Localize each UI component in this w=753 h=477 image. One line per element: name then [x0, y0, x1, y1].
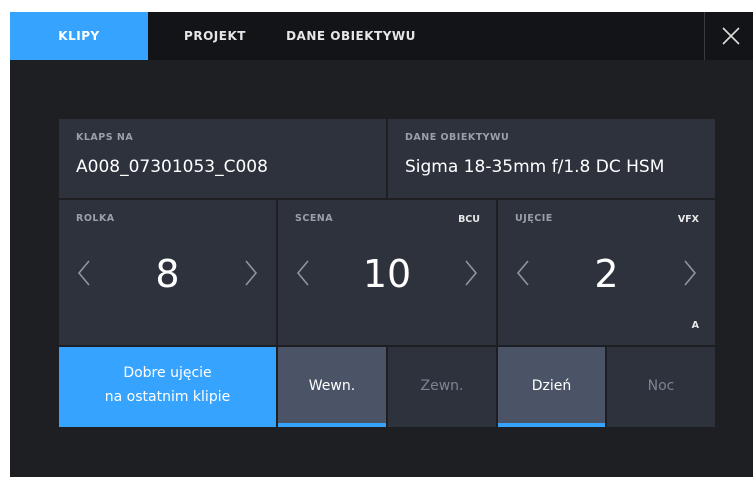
take-field[interactable]: UJĘCIE VFX 2 A	[498, 200, 715, 345]
interior-toggle[interactable]: Wewn.	[278, 347, 386, 427]
interior-selected-indicator	[278, 423, 386, 427]
scene-field[interactable]: SCENA BCU 10	[278, 200, 496, 345]
tab-klipy[interactable]: KLIPY	[10, 12, 148, 60]
lens-data-label: DANE OBIEKTYWU	[405, 132, 510, 143]
exterior-toggle[interactable]: Zewn.	[388, 347, 496, 427]
roll-label: ROLKA	[76, 213, 115, 224]
roll-field[interactable]: ROLKA 8	[59, 200, 276, 345]
tab-projekt[interactable]: PROJEKT	[170, 12, 260, 60]
day-label: Dzień	[531, 378, 572, 394]
scene-label: SCENA	[295, 213, 334, 224]
scene-tag: BCU	[458, 214, 480, 225]
take-tag: VFX	[677, 214, 699, 225]
day-selected-indicator	[498, 423, 605, 427]
chevron-right-icon	[684, 260, 697, 286]
slate-for-field[interactable]: KLAPS NA A008_07301053_C008	[59, 119, 386, 198]
slate-for-label: KLAPS NA	[76, 132, 134, 143]
close-icon	[722, 27, 740, 45]
chevron-right-icon	[465, 260, 478, 286]
close-button[interactable]	[704, 12, 753, 60]
scene-increment-button[interactable]	[464, 260, 478, 286]
good-take-line2: na ostatnim klipie	[104, 389, 231, 405]
tab-dane-obiektywu[interactable]: DANE OBIEKTYWU	[276, 12, 426, 60]
night-label: Noc	[647, 378, 675, 394]
good-take-line1: Dobre ujęcie	[123, 365, 212, 381]
night-toggle[interactable]: Noc	[607, 347, 715, 427]
day-toggle[interactable]: Dzień	[498, 347, 605, 427]
interior-label: Wewn.	[308, 378, 356, 394]
take-sub-tag: A	[691, 320, 699, 331]
screen: KLIPY PROJEKT DANE OBIEKTYWU KLAPS NA A0…	[10, 12, 753, 477]
exterior-label: Zewn.	[420, 378, 464, 394]
take-label: UJĘCIE	[515, 213, 553, 224]
slate-for-value: A008_07301053_C008	[76, 157, 268, 177]
roll-increment-button[interactable]	[244, 260, 258, 286]
lens-data-value: Sigma 18-35mm f/1.8 DC HSM	[405, 157, 665, 177]
take-increment-button[interactable]	[683, 260, 697, 286]
chevron-right-icon	[245, 260, 258, 286]
lens-data-field[interactable]: DANE OBIEKTYWU Sigma 18-35mm f/1.8 DC HS…	[388, 119, 715, 198]
tab-bar: KLIPY PROJEKT DANE OBIEKTYWU	[10, 12, 753, 60]
good-take-button[interactable]: Dobre ujęcie na ostatnim klipie	[59, 347, 276, 427]
